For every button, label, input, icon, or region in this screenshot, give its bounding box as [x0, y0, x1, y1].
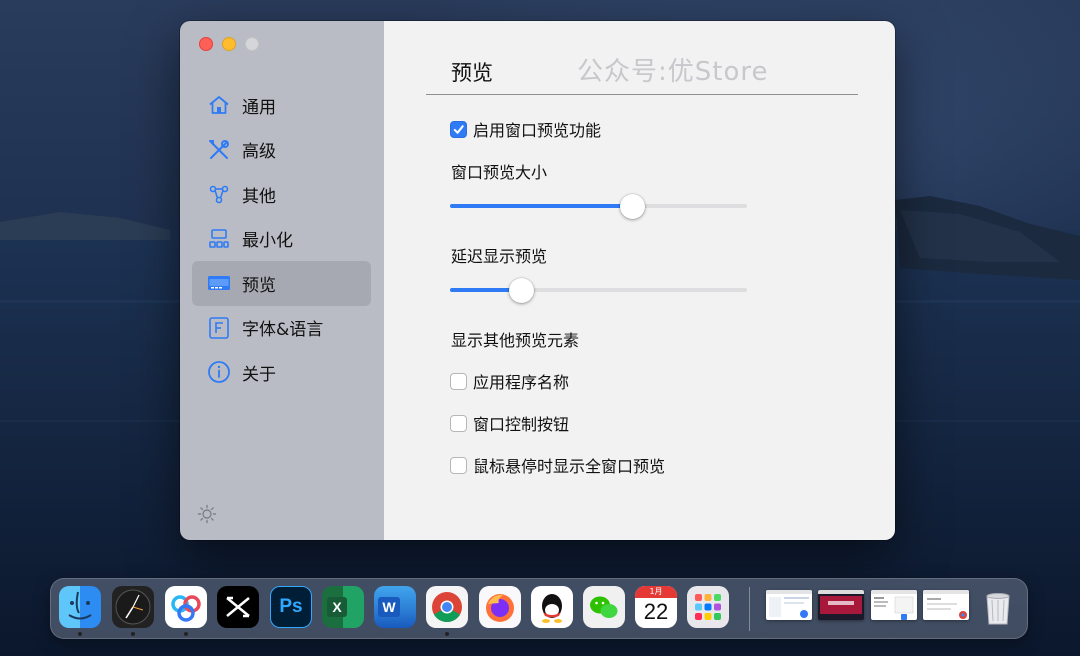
- hover-full-preview-checkbox[interactable]: 鼠标悬停时显示全窗口预览: [450, 453, 665, 477]
- wechat-app-icon[interactable]: [583, 586, 625, 628]
- divider: [426, 94, 858, 95]
- close-window-button[interactable]: [199, 37, 213, 51]
- preview-settings-panel: 预览 公众号:优Store 启用窗口预览功能 窗口预览大小 延迟显示预览 显示其…: [384, 21, 895, 540]
- page-title: 预览: [451, 61, 493, 85]
- sidebar-nav: 通用 高级 其他 最小化 预览 字体&语言 关于: [192, 83, 371, 395]
- calendar-day: 22: [643, 599, 669, 624]
- launchpad-app-icon[interactable]: [687, 586, 729, 628]
- checkbox-unchecked[interactable]: [450, 372, 467, 390]
- window-controls-checkbox[interactable]: 窗口控制按钮: [450, 411, 569, 435]
- checkbox-label: 鼠标悬停时显示全窗口预览: [473, 457, 666, 476]
- house-icon: [206, 92, 232, 118]
- calendar-app-icon[interactable]: 1月 22: [635, 586, 677, 628]
- sidebar-item-font-language[interactable]: 字体&语言: [192, 306, 371, 351]
- checkbox-unchecked[interactable]: [450, 456, 467, 474]
- settings-window: 通用 高级 其他 最小化 预览 字体&语言 关于 预览 公众号:优Store 启…: [180, 21, 895, 540]
- sidebar-item-about[interactable]: 关于: [192, 350, 371, 395]
- sidebar-item-label: 字体&语言: [242, 320, 324, 341]
- dock: Ps X W 1月 22: [50, 578, 1028, 639]
- preview-size-label: 窗口预览大小: [451, 163, 548, 182]
- slider-fill: [450, 204, 633, 208]
- calendar-month: 1月: [635, 586, 677, 598]
- word-label: W: [378, 597, 400, 617]
- checkbox-checked[interactable]: [450, 120, 467, 138]
- delay-preview-label: 延迟显示预览: [451, 247, 548, 266]
- window-controls: [199, 37, 259, 51]
- tools-icon: [206, 137, 232, 163]
- show-elements-label: 显示其他预览元素: [451, 331, 580, 350]
- cloud-drive-app-icon[interactable]: [165, 586, 207, 628]
- sidebar-item-other[interactable]: 其他: [192, 172, 371, 217]
- delay-preview-slider[interactable]: [450, 275, 747, 305]
- preview-window-icon: [206, 270, 232, 296]
- trash-icon[interactable]: [977, 586, 1019, 628]
- photoshop-label: Ps: [279, 596, 303, 617]
- word-app-icon[interactable]: W: [374, 586, 416, 628]
- minimize-window-button[interactable]: [222, 37, 236, 51]
- capcut-app-icon[interactable]: [217, 586, 259, 628]
- enable-preview-checkbox[interactable]: 启用窗口预览功能: [450, 117, 601, 141]
- dock-separator: [749, 587, 750, 631]
- minimized-window-1[interactable]: [766, 590, 812, 620]
- minimized-window-4[interactable]: [923, 590, 969, 620]
- chrome-app-icon[interactable]: [426, 586, 468, 628]
- sidebar: 通用 高级 其他 最小化 预览 字体&语言 关于: [180, 21, 384, 540]
- preview-size-slider[interactable]: [450, 191, 747, 221]
- running-indicator: [78, 632, 82, 636]
- slider-thumb[interactable]: [508, 278, 534, 303]
- minimized-window-3[interactable]: [871, 590, 917, 620]
- qq-app-icon[interactable]: [531, 586, 573, 628]
- sidebar-item-label: 其他: [242, 186, 276, 207]
- sidebar-item-label: 高级: [242, 142, 276, 163]
- checkbox-unchecked[interactable]: [450, 414, 467, 432]
- slider-thumb[interactable]: [620, 194, 646, 219]
- running-indicator: [445, 632, 449, 636]
- photoshop-app-icon[interactable]: Ps: [270, 586, 312, 628]
- clock-app-icon[interactable]: [112, 586, 154, 628]
- finder-app-icon[interactable]: [59, 586, 101, 628]
- running-indicator: [184, 632, 188, 636]
- sidebar-item-preview[interactable]: 预览: [192, 261, 371, 306]
- sidebar-item-label: 关于: [242, 364, 276, 385]
- checkbox-label: 应用程序名称: [473, 373, 570, 392]
- firefox-app-icon[interactable]: [479, 586, 521, 628]
- molecule-icon: [206, 181, 232, 207]
- sidebar-item-label: 通用: [242, 97, 276, 118]
- font-icon: [206, 315, 232, 341]
- running-indicator: [131, 632, 135, 636]
- sidebar-item-general[interactable]: 通用: [192, 83, 371, 128]
- zoom-window-button[interactable]: [245, 37, 259, 51]
- excel-label: X: [327, 597, 347, 617]
- windows-icon: [206, 226, 232, 252]
- excel-app-icon[interactable]: X: [322, 586, 364, 628]
- sidebar-item-label: 预览: [242, 275, 276, 296]
- app-name-checkbox[interactable]: 应用程序名称: [450, 369, 569, 393]
- watermark-text: 公众号:优Store: [577, 57, 769, 87]
- sidebar-item-label: 最小化: [242, 231, 293, 252]
- checkbox-label: 启用窗口预览功能: [473, 121, 602, 140]
- checkbox-label: 窗口控制按钮: [473, 415, 570, 434]
- sun-icon[interactable]: [197, 504, 217, 524]
- minimized-window-2[interactable]: [818, 590, 864, 620]
- sidebar-item-minimize[interactable]: 最小化: [192, 217, 371, 262]
- sidebar-item-advanced[interactable]: 高级: [192, 128, 371, 173]
- info-icon: [206, 359, 232, 385]
